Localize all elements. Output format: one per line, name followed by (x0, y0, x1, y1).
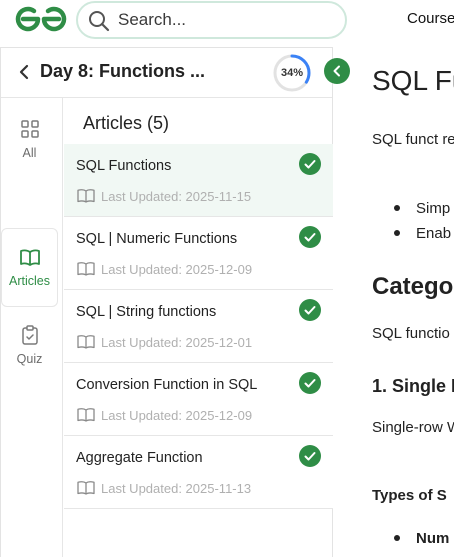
article-title: SQL | String functions (76, 304, 217, 320)
article-content: SQL Fu SQL funct results in c Simp Enab … (372, 0, 454, 557)
open-book-icon (19, 249, 40, 266)
chevron-left-icon (333, 65, 340, 77)
articles-list: SQL Functions Last Updated: 2025-11-15 S… (64, 144, 333, 509)
last-updated: Last Updated: 2025-11-15 (101, 189, 252, 204)
search-icon (89, 11, 110, 32)
book-icon (77, 262, 95, 276)
book-icon (77, 189, 95, 203)
tab-quiz[interactable]: Quiz (1, 324, 58, 402)
list-item[interactable]: Aggregate Function Last Updated: 2025-11… (64, 436, 333, 509)
article-title: Conversion Function in SQL (76, 377, 258, 393)
bullet-item: Simp (372, 196, 451, 221)
book-icon (77, 481, 95, 495)
clipboard-check-icon (21, 325, 38, 345)
book-icon (77, 335, 95, 349)
list-item[interactable]: SQL | Numeric Functions Last Updated: 20… (64, 217, 333, 290)
progress-label: 34% (280, 67, 304, 79)
completed-check-icon (299, 153, 321, 175)
search-input[interactable] (118, 9, 338, 31)
list-item[interactable]: SQL | String functions Last Updated: 202… (64, 290, 333, 363)
completed-check-icon (299, 226, 321, 248)
completed-check-icon (299, 372, 321, 394)
geeksforgeeks-logo-icon[interactable] (14, 5, 68, 33)
day-title[interactable]: Day 8: Functions ... (40, 61, 205, 82)
completed-check-icon (299, 299, 321, 321)
intro-paragraph: SQL funct results in c (372, 131, 454, 148)
article-title: Aggregate Function (76, 450, 203, 466)
bullet-item: Num (372, 526, 449, 551)
tab-articles[interactable]: Articles (1, 228, 58, 307)
completed-check-icon (299, 445, 321, 467)
list-item[interactable]: SQL Functions Last Updated: 2025-11-15 (64, 144, 333, 217)
book-icon (77, 408, 95, 422)
section-paragraph: SQL functio (372, 325, 450, 342)
article-title-heading: SQL Fu (372, 65, 454, 96)
tab-all[interactable]: All (1, 118, 58, 196)
tab-quiz-label: Quiz (16, 352, 43, 366)
types-bullets: Num (372, 526, 449, 551)
search-box[interactable] (76, 1, 347, 39)
last-updated: Last Updated: 2025-12-09 (101, 408, 253, 423)
grid-icon (20, 120, 39, 138)
subsection-heading: 1. Single R (372, 376, 454, 396)
articles-heading: Articles (5) (83, 113, 170, 133)
intro-bullets: Simp Enab (372, 196, 451, 246)
article-title: SQL Functions (76, 158, 172, 174)
last-updated: Last Updated: 2025-12-09 (101, 262, 253, 277)
last-updated: Last Updated: 2025-12-01 (101, 335, 253, 350)
subsection-paragraph: Single-row WHERE cla (372, 419, 454, 436)
list-item[interactable]: Conversion Function in SQL Last Updated:… (64, 363, 333, 436)
content-type-tabs: All Articles Quiz (1, 98, 63, 557)
bullet-item: Enab (372, 221, 451, 246)
chevron-left-icon[interactable] (16, 64, 32, 80)
types-heading: Types of S (372, 487, 447, 504)
tab-articles-label: Articles (9, 274, 50, 288)
course-sidebar: Day 8: Functions ... 34% All Articles Qu… (0, 47, 333, 557)
day-header: Day 8: Functions ... 34% (1, 48, 332, 98)
collapse-sidebar-button[interactable] (324, 58, 350, 84)
section-heading: Catego (372, 273, 454, 300)
tab-all-label: All (22, 146, 37, 160)
last-updated: Last Updated: 2025-11-13 (101, 481, 252, 496)
article-title: SQL | Numeric Functions (76, 231, 238, 247)
